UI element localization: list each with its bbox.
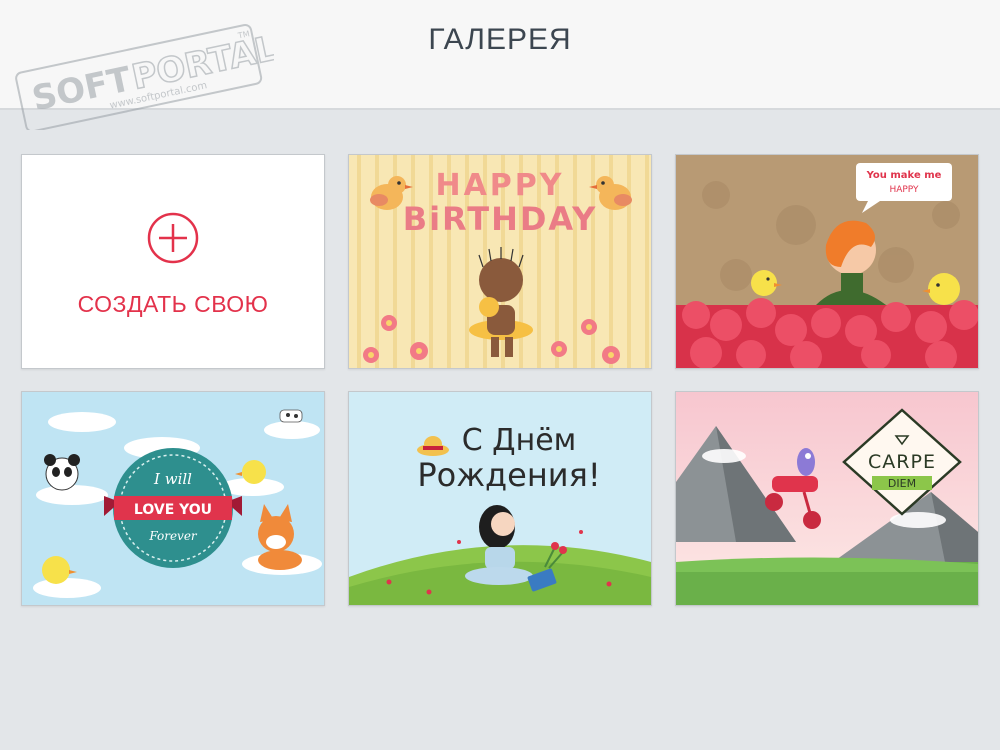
- svg-text:LOVE YOU: LOVE YOU: [134, 502, 212, 518]
- card-happy-birthday[interactable]: HAPPY BiRTHDAY: [348, 154, 652, 369]
- svg-text:HAPPY: HAPPY: [889, 185, 919, 195]
- svg-text:DIEM: DIEM: [888, 477, 916, 490]
- page-title: ГАЛЕРЕЯ: [428, 23, 572, 56]
- card-you-make-me-happy[interactable]: You make me HAPPY: [675, 154, 979, 369]
- svg-text:You make me: You make me: [866, 170, 942, 181]
- birthday-girl-illustration: С Днём Рождения!: [349, 392, 651, 605]
- card-s-dnem-rozhdeniya[interactable]: С Днём Рождения!: [348, 391, 652, 606]
- happy-girl-illustration: You make me HAPPY: [676, 155, 978, 368]
- svg-text:I will: I will: [153, 470, 192, 488]
- panda-icon: [44, 454, 80, 491]
- svg-text:С Днём: С Днём: [462, 423, 577, 458]
- card-carpe-diem[interactable]: CARPE DIEM: [675, 391, 979, 606]
- svg-text:BiRTHDAY: BiRTHDAY: [403, 200, 598, 238]
- create-label: СОЗДАТЬ СВОЮ: [77, 291, 269, 317]
- plus-circle-icon: [147, 212, 199, 264]
- happy-birthday-illustration: HAPPY BiRTHDAY: [349, 155, 651, 368]
- top-bar: ГАЛЕРЕЯ: [0, 0, 1000, 110]
- cow-icon: [279, 409, 303, 423]
- create-card[interactable]: СОЗДАТЬ СВОЮ: [21, 154, 325, 369]
- svg-text:Рождения!: Рождения!: [417, 456, 600, 494]
- svg-text:CARPE: CARPE: [868, 451, 936, 473]
- carpe-diem-illustration: CARPE DIEM: [676, 392, 978, 605]
- love-you-illustration: I will LOVE YOU Forever: [22, 392, 324, 605]
- card-love-you[interactable]: I will LOVE YOU Forever: [21, 391, 325, 606]
- svg-text:Forever: Forever: [148, 529, 198, 543]
- svg-text:HAPPY: HAPPY: [435, 168, 564, 203]
